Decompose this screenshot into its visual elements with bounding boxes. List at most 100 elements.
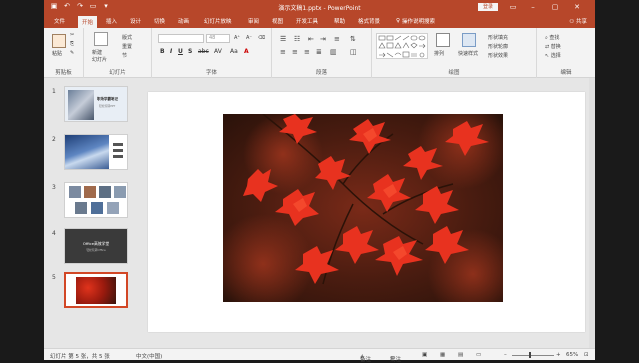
tell-me-search[interactable]: ♀ 操作说明搜索 bbox=[396, 17, 435, 25]
tab-help[interactable]: 帮助 bbox=[334, 17, 345, 25]
reading-view-icon[interactable]: ▤ bbox=[458, 352, 463, 358]
align-left-icon[interactable]: ≡ bbox=[280, 48, 286, 56]
minimize-icon[interactable]: – bbox=[528, 2, 538, 12]
text-direction-icon[interactable]: ⇅ bbox=[350, 35, 356, 43]
shapes-gallery[interactable] bbox=[376, 33, 428, 59]
arrange-label[interactable]: 排列 bbox=[434, 50, 444, 57]
share-button[interactable]: ⚇ 共享 bbox=[569, 17, 587, 25]
smartart-icon[interactable]: ◫ bbox=[350, 48, 357, 56]
quick-styles-label[interactable]: 快速样式 bbox=[458, 50, 478, 57]
shape-fill-button[interactable]: 形状填充 bbox=[488, 34, 508, 41]
line-spacing-icon[interactable]: ≡ bbox=[334, 35, 340, 43]
login-button[interactable]: 登录 bbox=[478, 3, 498, 11]
align-center-icon[interactable]: ≡ bbox=[292, 48, 298, 56]
underline-icon[interactable]: U bbox=[178, 48, 183, 55]
slide-sorter-icon[interactable]: ▦ bbox=[440, 352, 445, 358]
tab-developer[interactable]: 开发工具 bbox=[296, 17, 318, 25]
shape-outline-button[interactable]: 形状轮廓 bbox=[488, 43, 508, 50]
columns-icon[interactable]: ▥ bbox=[330, 48, 337, 56]
powerpoint-window: ▣ ↶ ↷ ▭ ▾ 演示文稿1.pptx - PowerPoint 登录 ▭ –… bbox=[44, 0, 595, 363]
font-size-combo[interactable]: 48 bbox=[206, 34, 230, 43]
slide-thumbnail-2[interactable]: 2 bbox=[44, 134, 140, 176]
slide-thumbnail-5[interactable]: 5 bbox=[44, 272, 140, 314]
copy-icon[interactable]: ⎘ bbox=[70, 41, 74, 47]
paste-label[interactable]: 粘贴 bbox=[52, 50, 62, 57]
lightbulb-icon: ♀ bbox=[396, 18, 401, 24]
format-painter-icon[interactable]: ✎ bbox=[70, 50, 74, 56]
vertical-scrollbar[interactable] bbox=[589, 78, 595, 348]
group-font: 48 A⁺ A⁻ ⌫ B I U S abc AV Aa A 字体 bbox=[152, 28, 272, 78]
notes-label: 备注 bbox=[360, 357, 372, 363]
char-spacing-icon[interactable]: AV bbox=[214, 48, 222, 55]
slide-1-title: 职场学霸笔记 bbox=[97, 97, 118, 101]
decrease-font-icon[interactable]: A⁻ bbox=[246, 35, 252, 41]
slide-editing-area bbox=[140, 78, 595, 348]
select-button[interactable]: ↖ 选择 bbox=[545, 52, 561, 59]
slideshow-view-icon[interactable]: ▭ bbox=[476, 352, 481, 358]
justify-icon[interactable]: ≣ bbox=[316, 48, 322, 56]
section-button[interactable]: 节 bbox=[122, 52, 127, 59]
fit-to-window-icon[interactable]: ⊡ bbox=[584, 352, 589, 358]
tab-slideshow[interactable]: 幻灯片放映 bbox=[204, 17, 232, 25]
slide-thumb-image bbox=[64, 182, 128, 218]
language-status[interactable]: 中文(中国) bbox=[136, 352, 162, 360]
replace-button[interactable]: ⇄ 替换 bbox=[545, 43, 561, 50]
tab-design[interactable]: 设计 bbox=[130, 17, 141, 25]
zoom-out-icon[interactable]: – bbox=[504, 352, 507, 358]
slide-number: 5 bbox=[52, 274, 56, 281]
bold-icon[interactable]: B bbox=[160, 48, 165, 55]
font-color-icon[interactable]: A bbox=[244, 48, 249, 55]
editing-group-label: 编辑 bbox=[560, 70, 572, 76]
arrange-icon[interactable] bbox=[436, 33, 450, 47]
slides-group-label: 幻灯片 bbox=[109, 70, 126, 76]
zoom-in-icon[interactable]: + bbox=[556, 352, 561, 358]
slide-thumbnail-4[interactable]: 4 Office高效学堂 轻松玩转Office bbox=[44, 228, 140, 270]
new-slide-icon[interactable] bbox=[94, 32, 108, 46]
font-name-combo[interactable] bbox=[158, 34, 204, 43]
align-right-icon[interactable]: ≡ bbox=[304, 48, 310, 56]
ribbon-display-options-icon[interactable]: ▭ bbox=[508, 2, 518, 12]
tab-view[interactable]: 视图 bbox=[272, 17, 283, 25]
zoom-slider-thumb[interactable] bbox=[529, 352, 531, 358]
tab-animations[interactable]: 动画 bbox=[178, 17, 189, 25]
shape-effects-button[interactable]: 形状效果 bbox=[488, 52, 508, 59]
bullets-icon[interactable]: ☰ bbox=[280, 35, 286, 43]
tab-format-background[interactable]: 格式背景 bbox=[358, 17, 380, 25]
find-icon: ⌕ bbox=[545, 35, 548, 41]
find-button[interactable]: ⌕ 查找 bbox=[545, 34, 559, 41]
decrease-indent-icon[interactable]: ⇤ bbox=[308, 35, 314, 43]
strikethrough-icon[interactable]: abc bbox=[198, 48, 209, 55]
reset-button[interactable]: 重置 bbox=[122, 43, 132, 50]
clear-formatting-icon[interactable]: ⌫ bbox=[258, 35, 265, 41]
tab-review[interactable]: 审阅 bbox=[248, 17, 259, 25]
tab-home[interactable]: 开始 bbox=[78, 16, 98, 28]
maximize-icon[interactable]: ▢ bbox=[550, 2, 560, 12]
red-maple-leaves-photo[interactable] bbox=[223, 114, 503, 302]
ribbon-tabs: 文件 开始 插入 设计 切换 动画 幻灯片放映 审阅 视图 开发工具 帮助 格式… bbox=[44, 14, 595, 28]
tab-file[interactable]: 文件 bbox=[54, 17, 65, 25]
zoom-level[interactable]: 65% bbox=[566, 352, 578, 358]
shadow-icon[interactable]: S bbox=[188, 48, 192, 55]
tab-insert[interactable]: 插入 bbox=[106, 17, 117, 25]
paragraph-group-label: 段落 bbox=[315, 70, 327, 76]
slide-thumbnail-1[interactable]: 1 职场学霸笔记 轻松玩转PPT bbox=[44, 86, 140, 128]
layout-button[interactable]: 版式 bbox=[122, 34, 132, 41]
cut-icon[interactable]: ✂ bbox=[70, 32, 74, 38]
new-slide-label[interactable]: 新建 幻灯片 bbox=[92, 50, 107, 64]
italic-icon[interactable]: I bbox=[170, 48, 172, 55]
normal-view-icon[interactable]: ▣ bbox=[422, 352, 427, 358]
replace-icon: ⇄ bbox=[545, 44, 550, 50]
current-slide[interactable] bbox=[148, 92, 585, 332]
tab-transitions[interactable]: 切换 bbox=[154, 17, 165, 25]
change-case-icon[interactable]: Aa bbox=[230, 48, 238, 55]
paste-icon[interactable] bbox=[52, 34, 66, 48]
numbering-icon[interactable]: ☷ bbox=[294, 35, 300, 43]
close-icon[interactable]: ✕ bbox=[572, 2, 582, 12]
increase-indent-icon[interactable]: ⇥ bbox=[320, 35, 326, 43]
quick-styles-icon[interactable] bbox=[462, 33, 476, 47]
ribbon-home: 粘贴 ✂ ⎘ ✎ 剪贴板 新建 幻灯片 版式 重置 节 幻灯片 48 A⁺ A⁻… bbox=[44, 28, 595, 78]
increase-font-icon[interactable]: A⁺ bbox=[234, 35, 240, 41]
comments-label: 批注 bbox=[390, 357, 402, 363]
slide-thumbnail-3[interactable]: 3 bbox=[44, 182, 140, 224]
zoom-slider[interactable] bbox=[512, 355, 554, 356]
